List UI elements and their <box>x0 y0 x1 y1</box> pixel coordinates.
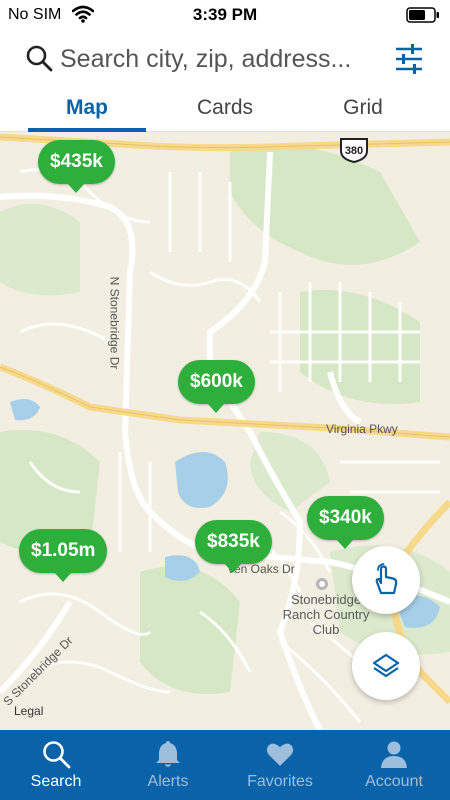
map-view[interactable]: 380 Virginia Pkwy N Stonebridge Dr S Sto… <box>0 132 450 730</box>
map-layers-button[interactable] <box>352 632 420 700</box>
highway-number: 380 <box>345 145 363 157</box>
road-label-virginia: Virginia Pkwy <box>326 422 398 436</box>
nav-alerts[interactable]: Alerts <box>112 730 224 800</box>
view-tabs: Map Cards Grid <box>0 90 450 132</box>
search-icon <box>26 45 53 72</box>
bottom-tab-bar: Search Alerts Favorites Account <box>0 730 450 800</box>
price-pin[interactable]: $600k <box>178 360 255 413</box>
search-input[interactable] <box>60 42 380 76</box>
status-bar: No SIM 3:39 PM <box>0 0 450 30</box>
map-legal-link[interactable]: Legal <box>14 704 43 718</box>
nav-favorites-label: Favorites <box>247 773 313 790</box>
draw-search-button[interactable] <box>352 546 420 614</box>
battery-icon <box>406 7 439 23</box>
layers-icon <box>372 653 400 678</box>
person-icon <box>381 741 407 768</box>
search-icon <box>43 741 71 769</box>
heart-icon <box>266 743 294 766</box>
tab-map[interactable]: Map <box>12 96 162 120</box>
clock: 3:39 PM <box>192 5 258 24</box>
nav-search-label: Search <box>30 773 82 790</box>
nav-account-label: Account <box>365 773 423 790</box>
price-pin[interactable]: $340k <box>307 496 384 549</box>
nav-alerts-label: Alerts <box>147 773 189 790</box>
tab-grid[interactable]: Grid <box>288 96 438 120</box>
bell-icon <box>156 741 180 767</box>
nav-favorites[interactable]: Favorites <box>224 730 336 800</box>
tab-cards[interactable]: Cards <box>150 96 300 120</box>
nav-search[interactable]: Search <box>0 730 112 800</box>
price-pin[interactable]: $435k <box>38 140 115 193</box>
filter-icon[interactable] <box>394 42 424 76</box>
hand-pointer-icon <box>375 563 398 595</box>
nav-account[interactable]: Account <box>338 730 450 800</box>
road-label-stonebridge-north: N Stonebridge Dr <box>107 276 122 370</box>
price-pin[interactable]: $1.05m <box>19 529 108 582</box>
price-pin[interactable]: $835k <box>195 520 272 573</box>
search-bar <box>0 30 450 90</box>
highway-shield-icon: 380 <box>340 138 368 163</box>
